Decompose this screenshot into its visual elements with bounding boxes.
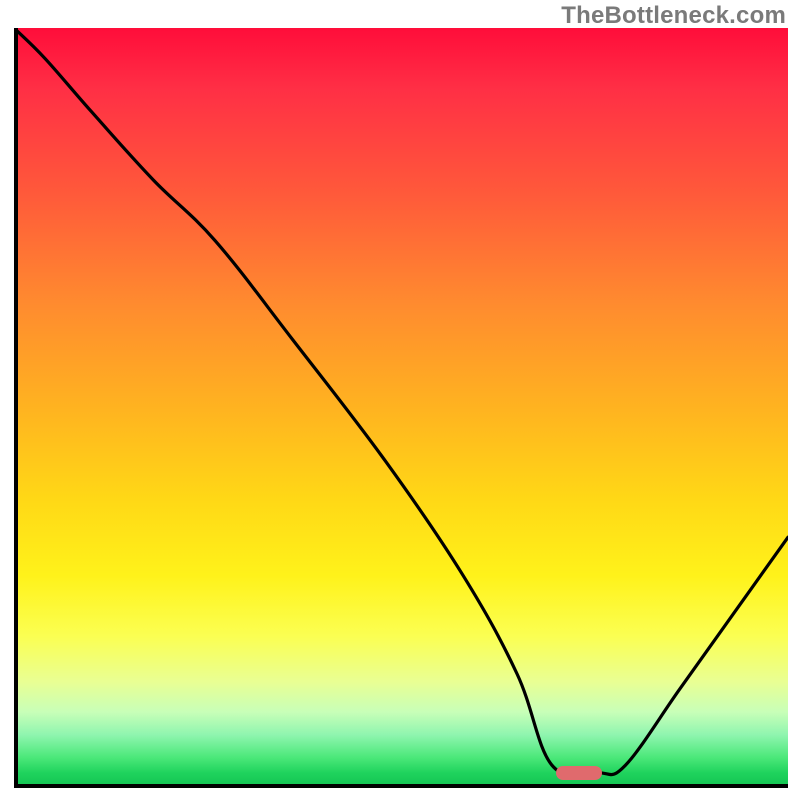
axes	[14, 28, 788, 788]
chart-frame: TheBottleneck.com	[0, 0, 800, 800]
watermark-text: TheBottleneck.com	[561, 2, 786, 30]
plot-area	[14, 28, 788, 788]
